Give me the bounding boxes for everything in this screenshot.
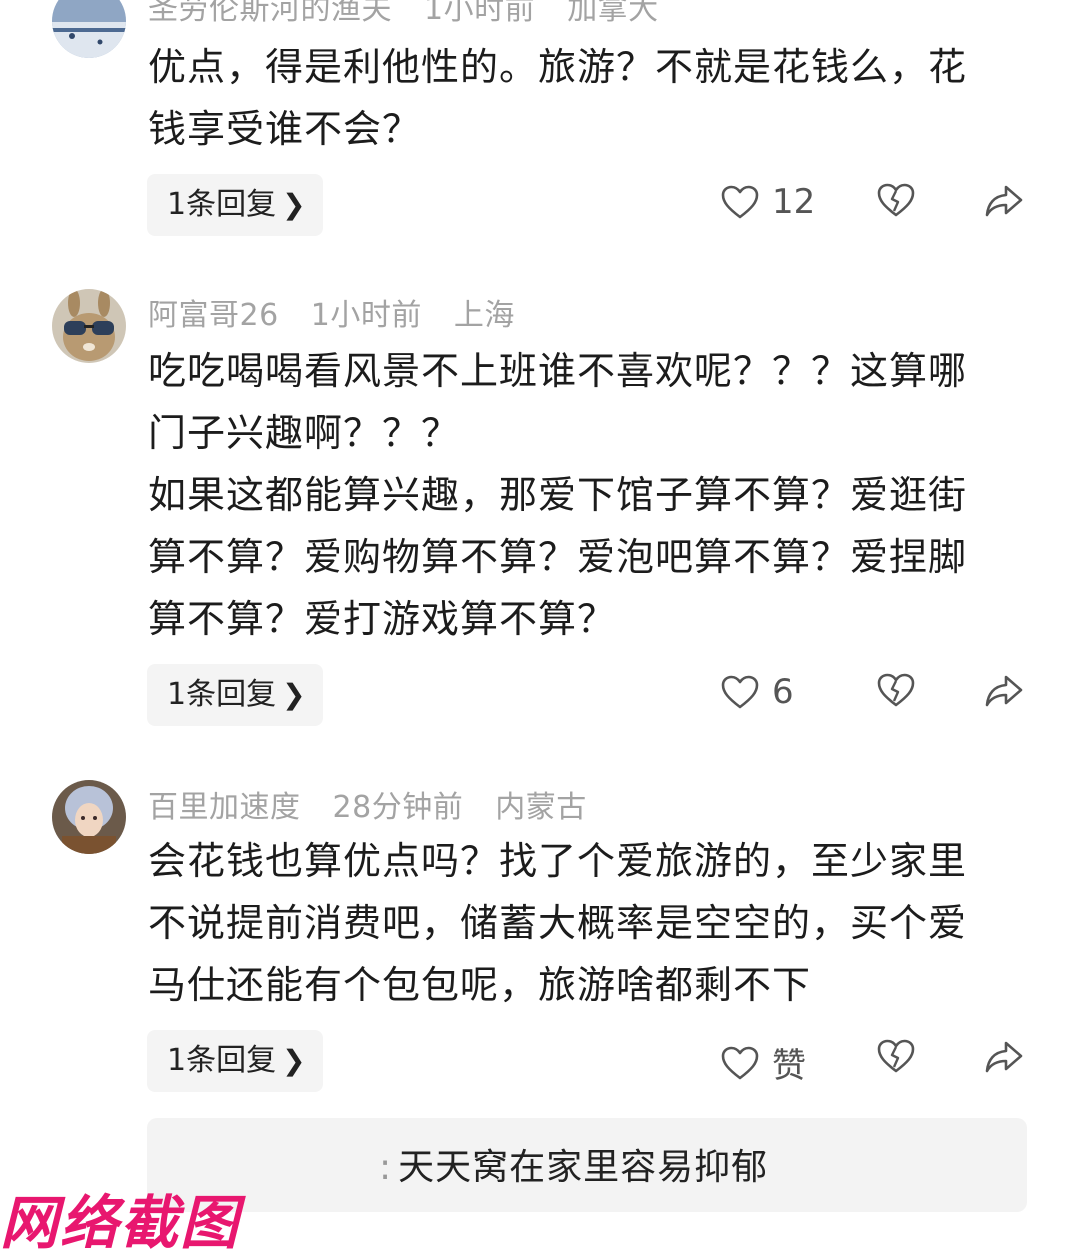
reply-preview-text: : 天天窝在家里容易抑郁 [379, 1138, 768, 1190]
comment-text: 会花钱也算优点吗？找了个爱旅游的，至少家里 不说提前消费吧，储蓄大概率是空空的，… [148, 830, 1028, 1016]
like-label: 赞 [772, 1046, 806, 1086]
dislike-button[interactable] [876, 182, 916, 222]
comment-line: 吃吃喝喝看风景不上班谁不喜欢呢？？？这算哪 [148, 349, 968, 393]
heart-outline-icon [721, 185, 759, 219]
comment-meta: 百里加速度 28分钟前 内蒙古 [148, 782, 609, 826]
heart-outline-icon [721, 1046, 759, 1079]
like-button[interactable]: 6 [720, 672, 794, 712]
comment-line: 会花钱也算优点吗？找了个爱旅游的，至少家里 [148, 839, 968, 883]
comment-line: 算不算？爱打游戏算不算？ [148, 597, 617, 641]
share-button[interactable] [984, 184, 1024, 222]
comment-line: 不说提前消费吧，储蓄大概率是空空的，买个爱 [148, 901, 968, 945]
comment-meta: 阿富哥26 1小时前 上海 [148, 290, 537, 334]
share-arrow-icon [985, 1041, 1023, 1073]
comment-time: 28分钟前 [332, 790, 464, 825]
dislike-button[interactable] [876, 1038, 916, 1078]
reply-preview-prefix: : [379, 1147, 393, 1188]
username[interactable]: 百里加速度 [148, 790, 301, 825]
comment-line: 如果这都能算兴趣，那爱下馆子算不算？爱逛街 [148, 473, 968, 517]
dislike-button[interactable] [876, 672, 916, 712]
broken-heart-icon [877, 673, 915, 707]
comment-text: 吃吃喝喝看风景不上班谁不喜欢呢？？？这算哪 门子兴趣啊？？？ 如果这都能算兴趣，… [148, 340, 1028, 650]
comment-text: 优点，得是利他性的。旅游？不就是花钱么，花 钱享受谁不会？ [148, 36, 1028, 160]
comment-time: 1小时前 [310, 298, 422, 333]
comment-location: 上海 [453, 298, 515, 333]
comment-meta: 圣劳伦斯河的渔夫 1小时前 加拿大 [148, 0, 681, 28]
avatar[interactable] [52, 0, 126, 58]
share-arrow-icon [985, 675, 1023, 707]
broken-heart-icon [877, 183, 915, 217]
comment-location: 内蒙古 [495, 790, 587, 825]
reply-preview-content: 天天窝在家里容易抑郁 [398, 1147, 769, 1188]
reply-preview[interactable]: : 天天窝在家里容易抑郁 [147, 1118, 1027, 1212]
comment-line: 门子兴趣啊？？？ [148, 411, 461, 455]
like-count: 6 [772, 672, 794, 712]
comment-actions: 赞 [0, 1030, 1080, 1092]
heart-outline-icon [721, 675, 759, 709]
like-button[interactable]: 12 [720, 182, 815, 222]
share-arrow-icon [985, 185, 1023, 217]
comment-location: 加拿大 [567, 0, 659, 27]
share-button[interactable] [984, 1040, 1024, 1078]
username[interactable]: 阿富哥26 [148, 298, 279, 333]
comment-line: 马仕还能有个包包呢，旅游啥都剩不下 [148, 963, 812, 1007]
username[interactable]: 圣劳伦斯河的渔夫 [148, 0, 392, 27]
avatar[interactable] [52, 289, 126, 363]
comment-actions: 6 [0, 664, 1080, 726]
like-button[interactable]: 赞 [720, 1038, 806, 1087]
like-count: 12 [772, 182, 816, 222]
comment-line: 钱享受谁不会？ [148, 107, 422, 151]
watermark: 网络截图 [0, 1189, 241, 1257]
comment-time: 1小时前 [424, 0, 536, 27]
comment-actions: 12 [0, 174, 1080, 236]
share-button[interactable] [984, 674, 1024, 712]
avatar[interactable] [52, 780, 126, 854]
comment-line: 优点，得是利他性的。旅游？不就是花钱么，花 [148, 45, 968, 89]
comment-line: 算不算？爱购物算不算？爱泡吧算不算？爱捏脚 [148, 535, 968, 579]
broken-heart-icon [877, 1039, 915, 1073]
